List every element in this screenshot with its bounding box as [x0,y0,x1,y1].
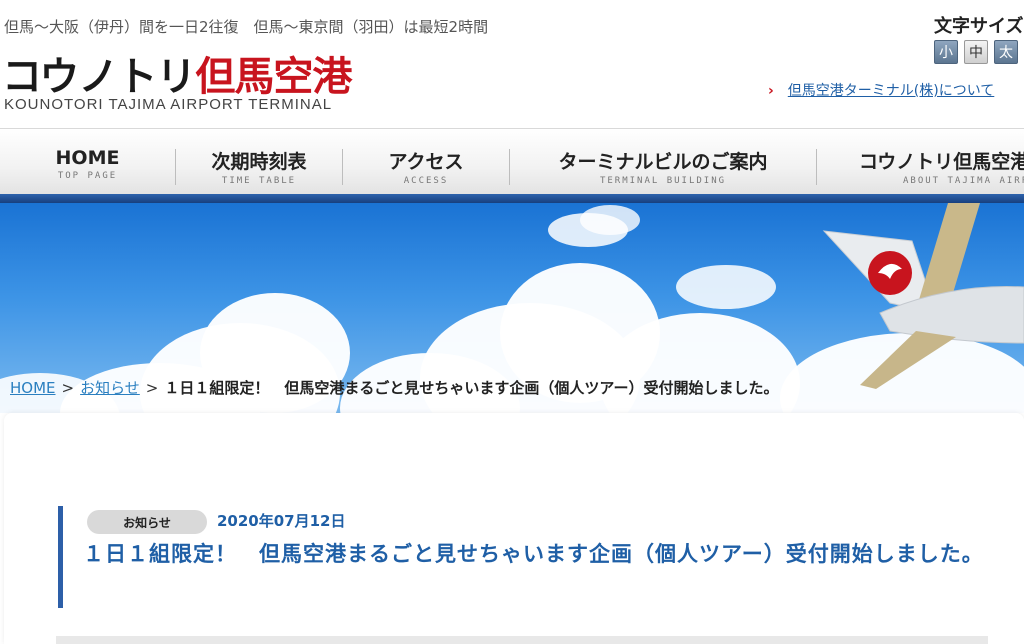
nav-item-sublabel: TOP PAGE [57,171,118,181]
font-size-small-button[interactable]: 小 [934,40,958,64]
nav-item-sublabel: ABOUT TAJIMA AIRPORT [903,176,1024,186]
site-header: 但馬～大阪（伊丹）間を一日2往復 但馬～東京間（羽田）は最短2時間 コウノトリ但… [0,0,1024,128]
nav-item-label: 次期時刻表 [211,151,307,173]
font-size-controls: 小 中 太 [934,40,1018,64]
font-size-large-button[interactable]: 太 [994,40,1018,64]
breadcrumb-current: １日１組限定！ 但馬空港まるごと見せちゃいます企画（個人ツアー）受付開始しました… [164,379,779,397]
nav-item-label: アクセス [388,151,464,173]
nav-item-label: HOME [55,147,120,169]
breadcrumb-home-link[interactable]: HOME [10,379,56,397]
cloud-shape [676,265,776,309]
nav-item-sublabel: TIME TABLE [221,176,297,186]
nav-accent-bar [0,194,1024,203]
content-divider [56,636,988,644]
nav-item-access[interactable]: アクセス ACCESS [343,129,509,195]
breadcrumb: HOME > お知らせ >１日１組限定！ 但馬空港まるごと見せちゃいます企画（個人ツア… [10,377,778,398]
nav-item-about-airport[interactable]: コウノトリ但馬空港 ABOUT TAJIMA AIRPORT [817,129,1024,195]
nav-item-sublabel: ACCESS [403,176,449,186]
nav-item-sublabel: TERMINAL BUILDING [599,176,727,186]
font-size-medium-button[interactable]: 中 [964,40,988,64]
font-size-label: 文字サイズ [934,16,1024,37]
site-logo[interactable]: コウノトリ但馬空港 [2,44,352,102]
breadcrumb-news-link[interactable]: お知らせ [80,379,140,397]
article-title: １日１組限定！ 但馬空港まるごと見せちゃいます企画（個人ツアー）受付開始しました… [83,542,984,566]
breadcrumb-separator: > [145,379,159,397]
nav-item-home[interactable]: HOME TOP PAGE [0,129,175,195]
nav-item-label: ターミナルビルのご案内 [558,151,768,173]
about-company-link[interactable]: 但馬空港ターミナル(株)について [788,83,995,99]
airplane-icon [822,203,1024,389]
main-nav: HOME TOP PAGE 次期時刻表 TIME TABLE アクセス ACCE… [0,128,1024,194]
logo-subtitle: KOUNOTORI TAJIMA AIRPORT TERMINAL [4,96,333,113]
nav-item-label: コウノトリ但馬空港 [859,151,1024,173]
nav-item-terminal[interactable]: ターミナルビルのご案内 TERMINAL BUILDING [510,129,816,195]
article-header: お知らせ 2020年07月12日 １日１組限定！ 但馬空港まるごと見せちゃいます… [58,506,998,608]
logo-text-red: 但馬空港 [195,54,352,100]
logo-text-black: コウノトリ [2,54,196,100]
category-badge: お知らせ [87,510,207,534]
article-date: 2020年07月12日 [217,512,346,530]
about-company: › 但馬空港ターミナル(株)について [768,80,994,100]
nav-item-timetable[interactable]: 次期時刻表 TIME TABLE [176,129,342,195]
header-tagline: 但馬～大阪（伊丹）間を一日2往復 但馬～東京間（羽田）は最短2時間 [4,18,489,36]
breadcrumb-separator: > [61,379,75,397]
cloud-shape [580,205,640,235]
chevron-right-icon: › [768,83,774,99]
